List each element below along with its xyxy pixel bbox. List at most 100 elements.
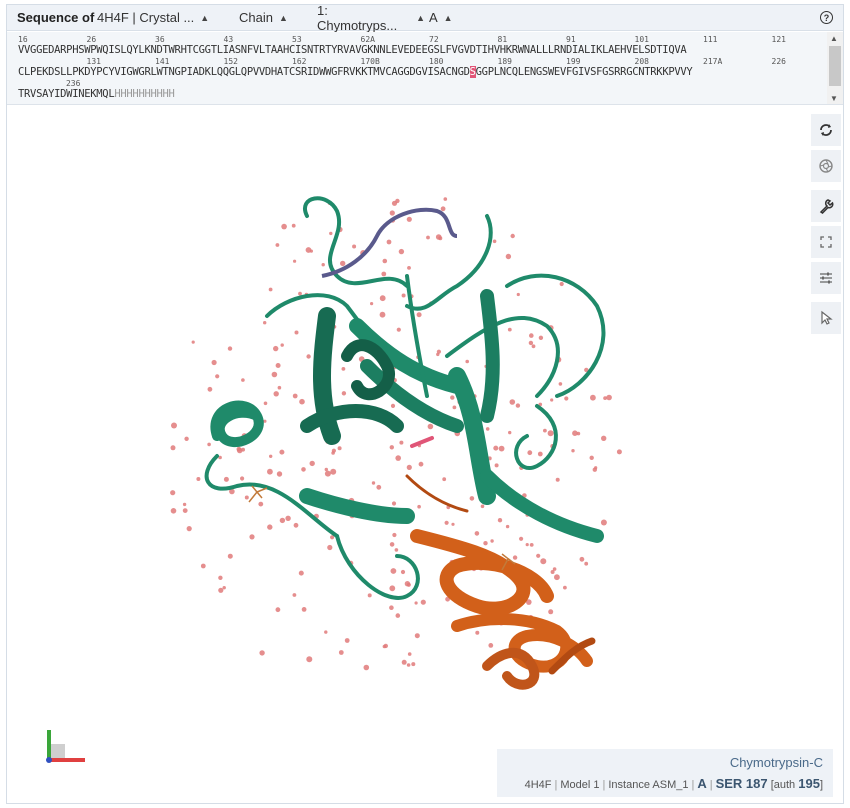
water-sphere: [616, 449, 622, 455]
water-sphere: [417, 504, 421, 509]
residue-number: 72: [429, 35, 439, 44]
viewer-toolbar: [811, 114, 841, 334]
residue-number: 43: [223, 35, 234, 44]
water-sphere: [474, 531, 480, 536]
water-sphere: [505, 253, 512, 260]
water-sphere: [244, 495, 249, 500]
water-sphere: [386, 239, 392, 245]
water-sphere: [275, 607, 281, 613]
water-sphere: [475, 630, 480, 635]
mode-dropdown[interactable]: Chain ▲︎: [219, 5, 305, 31]
reset-view-button[interactable]: [811, 114, 841, 146]
water-sphere: [436, 349, 441, 354]
his-tag-segment[interactable]: HHHHHHHHHH: [114, 88, 175, 100]
water-sphere: [222, 586, 226, 590]
water-sphere: [363, 664, 370, 671]
water-sphere: [411, 662, 416, 667]
water-sphere: [371, 481, 376, 485]
scroll-down-icon[interactable]: ▼: [830, 94, 838, 103]
water-sphere: [494, 463, 499, 468]
residue-number: 111: [703, 35, 718, 44]
controls-button[interactable]: [811, 262, 841, 294]
select-mode-button[interactable]: [811, 302, 841, 334]
residue-segment[interactable]: CLPEKDSLLPKDYPCYVIGWGRLWTNGPIADKLQQGLQPV…: [18, 66, 470, 78]
instance-label: Instance ASM_1: [608, 779, 689, 791]
water-sphere: [440, 206, 446, 212]
water-sphere: [519, 536, 524, 541]
structure-3d-viewer[interactable]: Chymotrypsin-C 4H4F | Model 1 | Instance ASM…: [7, 106, 843, 803]
water-sphere: [391, 200, 398, 206]
entry-id: 4H4F: [524, 779, 552, 791]
water-sphere: [267, 524, 273, 530]
fullscreen-button[interactable]: [811, 226, 841, 258]
water-sphere: [293, 259, 297, 263]
settings-button[interactable]: [811, 190, 841, 222]
water-sphere: [525, 543, 529, 547]
water-sphere: [396, 327, 401, 332]
residue-row[interactable]: VVGGEDARPHSWPWQISLQYLKNDTWRHTCGGTLIASNFV…: [18, 44, 828, 57]
water-sphere: [367, 593, 372, 598]
structure-dropdown-label: 4H4F | Crystal ...: [97, 10, 195, 25]
water-sphere: [401, 659, 407, 665]
water-sphere: [379, 311, 386, 318]
water-sphere: [389, 445, 394, 450]
scroll-up-icon[interactable]: ▲: [830, 34, 838, 43]
residue-segment[interactable]: GGPLNCQLENGSWEVFGIVSFGSRRGCNTRKKPVVY: [476, 66, 693, 78]
structure-dropdown[interactable]: 4H4F | Crystal ... ▲︎: [97, 5, 219, 31]
water-sphere: [400, 569, 406, 575]
residue-number-row: 131 141 152 162 170B 180 189 199 208 217A 226: [18, 57, 828, 66]
residue-row[interactable]: TRVSAYIDWINEKMQLHHHHHHHHHH: [18, 88, 828, 101]
help-icon[interactable]: ?: [820, 11, 833, 24]
water-sphere: [537, 451, 543, 457]
water-sphere: [391, 501, 397, 506]
highlighted-residue-3d[interactable]: [410, 436, 434, 448]
water-sphere: [211, 359, 217, 366]
water-sphere: [191, 340, 195, 344]
screenshot-button[interactable]: [811, 150, 841, 182]
water-sphere: [327, 544, 333, 551]
water-sphere: [276, 471, 283, 477]
water-sphere: [292, 393, 298, 399]
water-sphere: [389, 542, 395, 547]
water-sphere: [279, 449, 285, 455]
water-sphere: [382, 258, 388, 264]
water-sphere: [370, 302, 374, 306]
water-sphere: [241, 378, 245, 382]
water-sphere: [531, 344, 536, 349]
asym-dropdown[interactable]: A ▲︎: [425, 5, 465, 31]
water-sphere: [492, 239, 497, 244]
sequence-scrollbar[interactable]: ▲ ▼: [827, 32, 843, 104]
water-sphere: [301, 467, 306, 472]
water-sphere: [564, 396, 569, 401]
water-sphere: [488, 643, 494, 648]
water-sphere: [543, 428, 547, 433]
residue-segment[interactable]: TRVSAYIDWINEKMQL: [18, 88, 115, 100]
water-sphere: [263, 401, 268, 406]
residue-number: 226: [771, 57, 786, 66]
water-sphere: [324, 470, 331, 477]
water-sphere: [200, 563, 206, 569]
water-sphere: [529, 333, 534, 338]
water-sphere: [376, 484, 382, 490]
residue-row[interactable]: CLPEKDSLLPKDYPCYVIGWGRLWTNGPIADKLQQGLQPV…: [18, 66, 828, 79]
water-sphere: [540, 558, 547, 565]
water-sphere: [550, 398, 554, 402]
water-sphere: [555, 477, 560, 482]
entity-dropdown[interactable]: 1: Chymotryps... ▲︎: [305, 3, 425, 33]
water-sphere: [392, 532, 397, 538]
water-sphere: [418, 461, 424, 467]
water-sphere: [452, 405, 457, 410]
water-sphere: [576, 431, 581, 436]
water-sphere: [341, 391, 347, 396]
main-chain-ribbon: [204, 196, 606, 600]
scrollbar-thumb[interactable]: [829, 46, 841, 86]
residue-number: 141: [155, 57, 170, 66]
water-sphere: [601, 435, 607, 441]
water-sphere: [240, 476, 245, 481]
water-sphere: [490, 539, 494, 543]
protein-structure-render[interactable]: [157, 176, 627, 706]
water-sphere: [507, 327, 512, 332]
highlight-info-box: Chymotrypsin-C 4H4F | Model 1 | Instance ASM…: [497, 749, 833, 797]
water-sphere: [483, 541, 488, 546]
water-sphere: [236, 446, 242, 452]
